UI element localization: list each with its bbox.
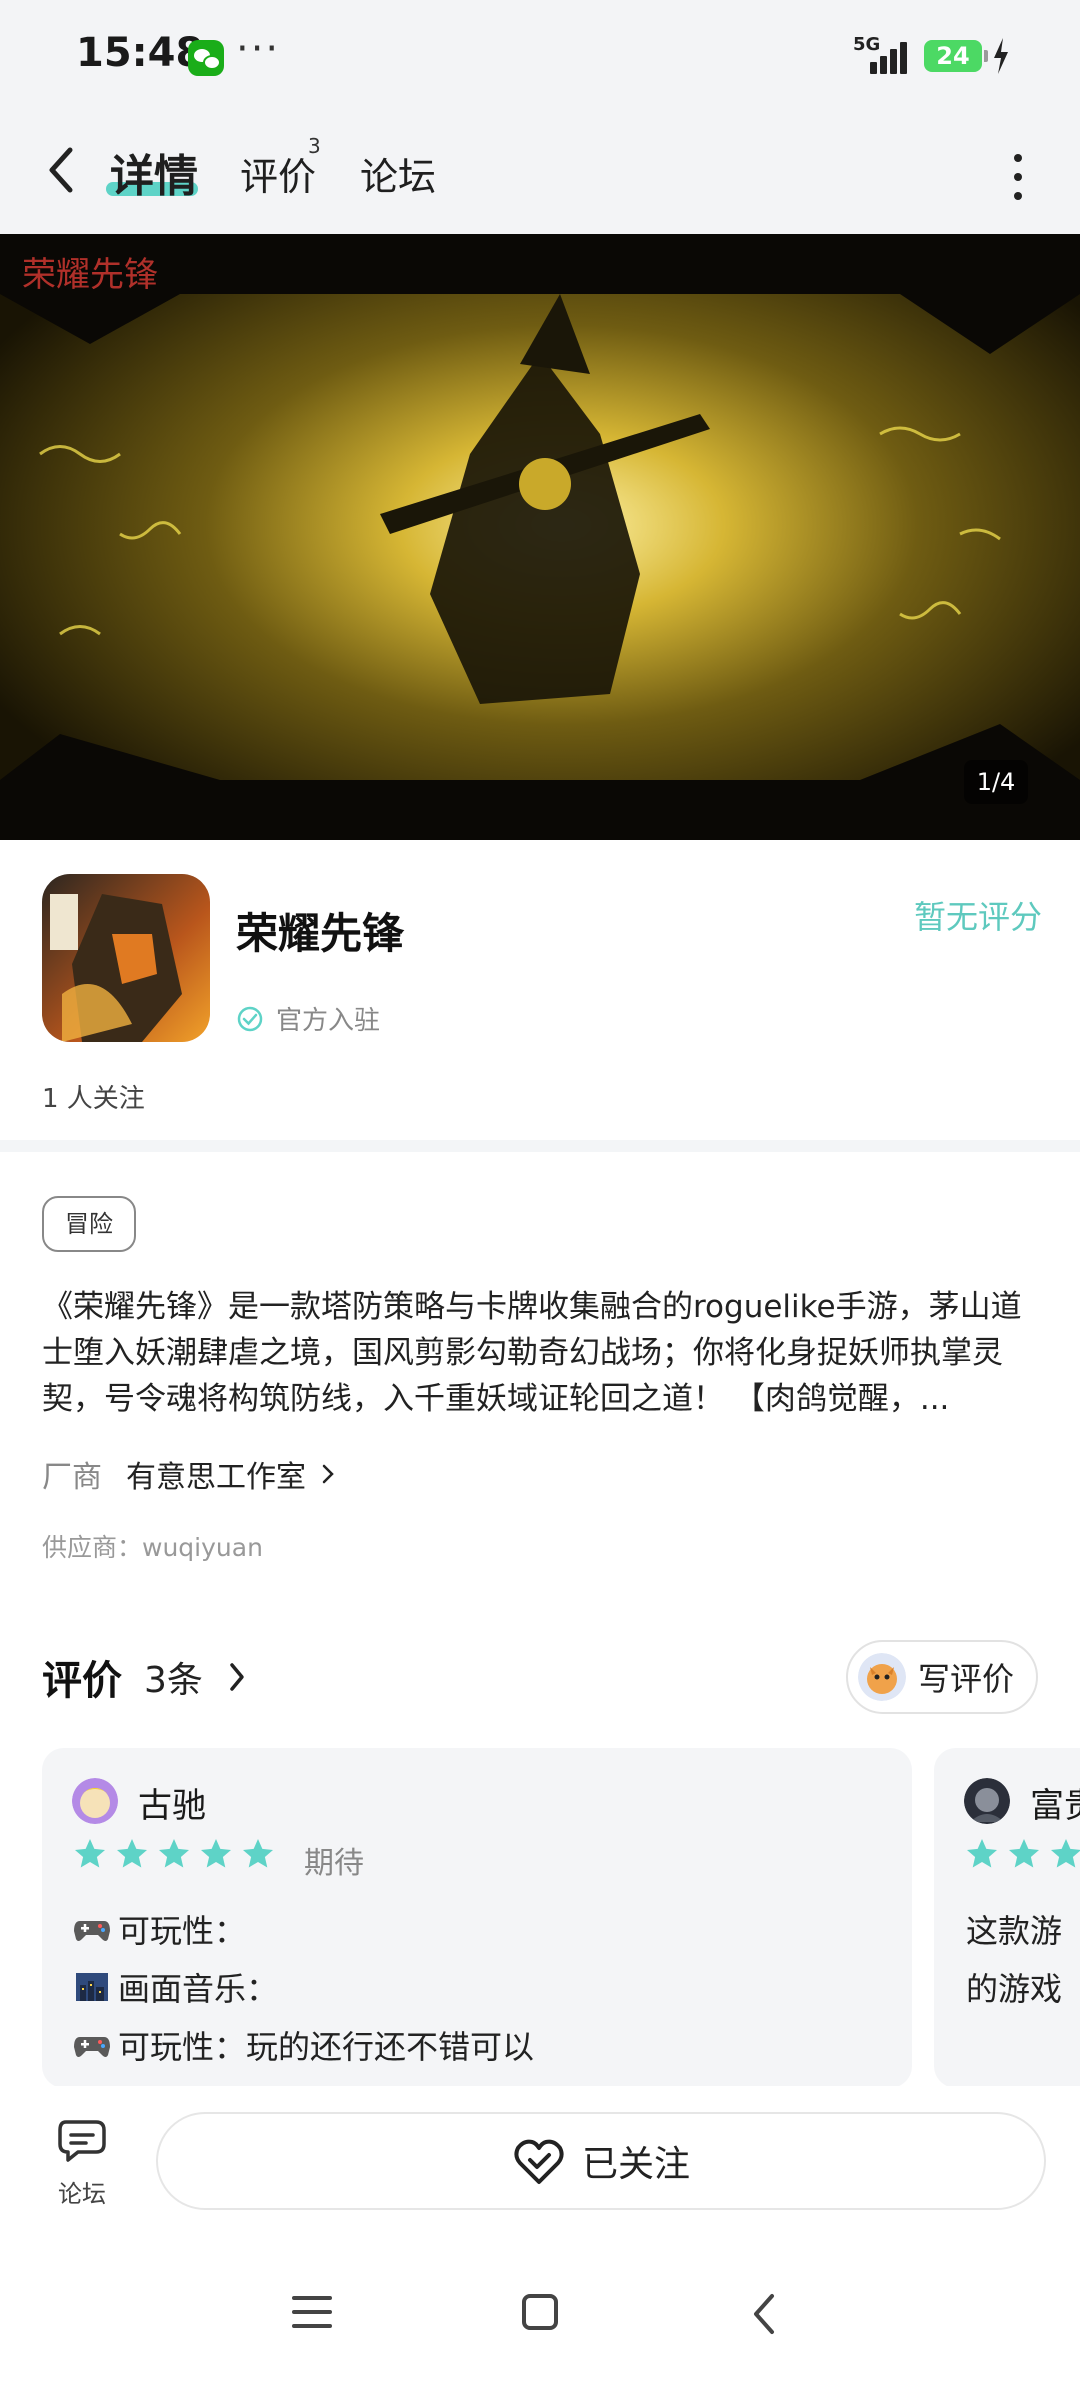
carousel-counter: 1/4 xyxy=(964,760,1028,804)
user-avatar xyxy=(858,1653,906,1701)
official-label: 官方入驻 xyxy=(276,1006,381,1036)
status-bar: 15:48 ··· 5G 24 xyxy=(0,0,1080,110)
reviewer-avatar xyxy=(964,1778,1010,1824)
chevron-right-icon xyxy=(230,1663,244,1691)
tab-forum[interactable]: 论坛 xyxy=(360,146,436,201)
svg-text:荣耀先锋: 荣耀先锋 xyxy=(22,255,158,295)
chat-bubble-icon xyxy=(58,2120,106,2162)
follower-count: 1 人关注 xyxy=(42,1084,145,1114)
wechat-notification-icon xyxy=(188,40,224,76)
star-rating xyxy=(964,1836,1080,1872)
gamepad-icon xyxy=(74,2037,110,2057)
charging-icon xyxy=(994,38,1008,74)
more-options-icon[interactable] xyxy=(1000,150,1036,204)
bottom-action-bar: 论坛 已关注 xyxy=(0,2086,1080,2236)
reviews-title: 评价 xyxy=(42,1658,122,1704)
review-text: 这款游 xyxy=(966,1912,1063,1950)
battery-icon: 24 xyxy=(924,40,982,72)
review-card[interactable]: 古驰 期待 可玩性： 画面音乐： 可玩性：玩的还行还不错可以 xyxy=(42,1748,912,2088)
star-icon xyxy=(967,1839,997,1868)
system-navigation-bar xyxy=(0,2236,1080,2400)
review-line: 可玩性： xyxy=(72,1906,246,1952)
review-line: 可玩性：玩的还行还不错可以 xyxy=(72,2022,534,2068)
screenshot-carousel[interactable]: 荣耀先锋 1/4 xyxy=(0,234,1080,840)
supplier-info: 供应商：wuqiyuan xyxy=(42,1533,263,1562)
review-line: 画面音乐： xyxy=(72,1964,278,2010)
star-icon xyxy=(243,1839,273,1868)
star-rating xyxy=(72,1836,282,1872)
more-notifications-icon: ··· xyxy=(236,26,281,72)
review-expectation: 期待 xyxy=(304,1846,364,1881)
game-description[interactable]: 《荣耀先锋》是一款塔防策略与卡牌收集融合的roguelike手游，茅山道士堕入妖… xyxy=(42,1284,1042,1430)
status-time: 15:48 xyxy=(76,30,204,76)
follow-label: 已关注 xyxy=(581,2144,690,2185)
star-icon xyxy=(117,1839,147,1868)
star-icon xyxy=(201,1839,231,1868)
review-text: 的游戏 xyxy=(966,1970,1063,2008)
chevron-right-icon xyxy=(322,1464,334,1484)
star-icon xyxy=(75,1839,105,1868)
reviews-count: 3条 xyxy=(144,1660,203,1701)
vendor-link[interactable]: 厂商 有意思工作室 xyxy=(42,1452,336,1496)
back-icon[interactable] xyxy=(748,2292,780,2336)
vendor-name: 有意思工作室 xyxy=(126,1460,306,1495)
write-review-button[interactable]: 写评价 xyxy=(846,1640,1038,1714)
section-divider xyxy=(0,1140,1080,1152)
recent-apps-icon[interactable] xyxy=(290,2292,334,2332)
reviewer-name: 富贵 xyxy=(1030,1786,1080,1826)
star-icon xyxy=(1009,1839,1039,1868)
app-detail-page: 15:48 ··· 5G 24 详情 评价 3 论坛 荣耀先锋 1/4 荣耀先锋… xyxy=(0,0,1080,2400)
reviews-header-link[interactable]: 评价 3条 xyxy=(42,1648,247,1706)
write-review-label: 写评价 xyxy=(918,1660,1015,1698)
review-card[interactable]: 富贵 这款游 的游戏 xyxy=(934,1748,1080,2088)
official-badge: 官方入驻 xyxy=(236,1000,380,1037)
tab-reviews[interactable]: 评价 xyxy=(240,146,316,201)
star-icon xyxy=(159,1839,189,1868)
star-icon xyxy=(1051,1839,1080,1868)
banner-artwork-image: 荣耀先锋 xyxy=(0,234,1080,840)
tab-reviews-count: 3 xyxy=(308,134,321,158)
reviewer-avatar xyxy=(72,1778,118,1824)
genre-tag[interactable]: 冒险 xyxy=(42,1196,136,1252)
game-title: 荣耀先锋 xyxy=(236,909,405,958)
follow-button[interactable]: 已关注 xyxy=(156,2112,1046,2210)
verified-check-icon xyxy=(237,1006,263,1031)
vendor-label: 厂商 xyxy=(42,1460,102,1495)
signal-icon xyxy=(870,40,912,74)
top-nav: 详情 评价 3 论坛 xyxy=(0,110,1080,234)
home-icon[interactable] xyxy=(520,2292,560,2332)
gamepad-icon xyxy=(74,1921,110,1941)
forum-button[interactable]: 论坛 xyxy=(40,2116,124,2216)
city-night-icon xyxy=(76,1973,108,2001)
battery-cap xyxy=(984,50,988,62)
rating-status: 暂无评分 xyxy=(914,898,1043,936)
reviewer-name: 古驰 xyxy=(138,1786,206,1826)
game-app-icon xyxy=(42,874,210,1042)
back-arrow-icon[interactable] xyxy=(40,140,84,200)
forum-label: 论坛 xyxy=(58,2180,106,2208)
tab-detail[interactable]: 详情 xyxy=(110,140,198,204)
heart-check-icon xyxy=(514,2139,564,2184)
